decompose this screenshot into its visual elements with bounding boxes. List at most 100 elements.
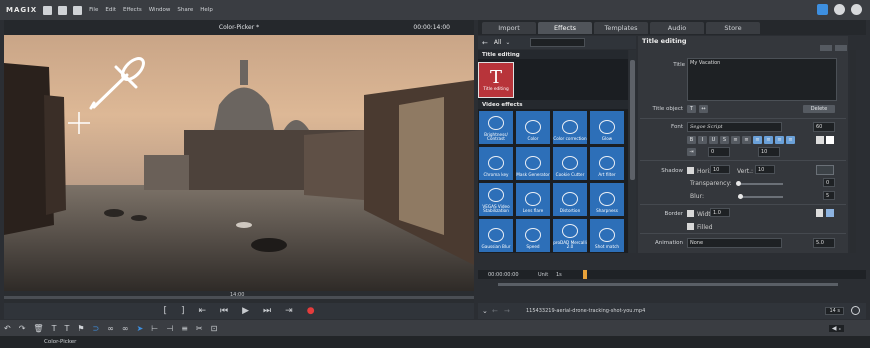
color-picker-icon[interactable] [816,136,824,144]
font-style-button[interactable]: I [698,136,707,144]
transparency-field[interactable]: 0 [823,178,835,187]
menu-window[interactable]: Window [149,7,171,13]
library-scroll-thumb[interactable] [630,60,635,180]
cut-icon[interactable]: ✂ [196,324,203,333]
font-dropdown[interactable]: Segoe Script [687,122,782,132]
menu-help[interactable]: Help [200,7,213,13]
object-prev-button[interactable]: T [687,105,696,113]
menu-file[interactable]: File [89,7,98,13]
blur-slider[interactable] [738,196,783,198]
tile-vegas-video-stabilization[interactable]: VEGAS Video Stabilization [478,182,514,217]
horiz-field[interactable]: 10 [710,165,730,174]
collapse-icon[interactable] [820,45,832,51]
title-text-field[interactable]: My Vacation [687,58,837,101]
title-icon[interactable]: T [64,324,69,333]
pointer-icon[interactable]: ➤ [137,324,144,333]
chevron-down-icon[interactable]: ⌄ [505,39,510,46]
align-button[interactable]: ⇥ [687,148,696,156]
snap-icon[interactable]: ⊡ [211,324,218,333]
tile-shot-match[interactable]: Shot match [589,218,625,253]
menu-edit[interactable]: Edit [105,7,116,13]
font-style-button[interactable]: U [709,136,718,144]
back-icon[interactable]: ← [492,307,498,315]
jump-end-icon[interactable]: ⇥ [285,306,293,316]
font-style-button[interactable]: ≡ [742,136,751,144]
volume-indicator[interactable]: ◀ ₓ [828,324,844,332]
search-input[interactable] [530,38,586,47]
blur-knob[interactable] [738,194,743,199]
shadow-checkbox[interactable] [687,167,694,174]
close-panel-icon[interactable] [835,45,847,51]
font-style-button[interactable]: ≡ [786,136,795,144]
next-frame-icon[interactable]: ⏭ [263,306,271,316]
transparency-knob[interactable] [736,181,741,186]
mark-out-icon[interactable]: ] [181,306,185,316]
tile-chroma-key[interactable]: Chroma key [478,146,514,181]
text-icon[interactable]: T [52,324,57,333]
tile-art-filter[interactable]: Art filter [589,146,625,181]
tab-import[interactable]: Import [482,21,536,34]
tile-glow[interactable]: Glow [589,110,625,145]
delete-icon[interactable]: 🗑 [33,324,43,333]
playhead-marker[interactable] [583,270,587,279]
tile-speed[interactable]: Speed [515,218,551,253]
preview-monitor[interactable] [4,35,474,292]
tile-distortion[interactable]: Distortion [552,182,588,217]
tile-mask-generator[interactable]: Mask Generator [515,146,551,181]
unlink-icon[interactable]: ∞ [122,324,129,333]
tile-gaussian-blur[interactable]: Gaussian Blur [478,218,514,253]
chain-icon[interactable]: ∞ [107,324,114,333]
delete-button[interactable]: Delete [803,105,835,113]
font-style-button[interactable]: ≡ [775,136,784,144]
menu-effects[interactable]: Effects [123,7,142,13]
ripple-icon[interactable]: ≡ [181,324,188,333]
marker-icon[interactable]: ⚑ [77,324,84,333]
tile-color[interactable]: Color [515,110,551,145]
font-size-field[interactable]: 60 [813,122,835,132]
font-style-button[interactable]: ≡ [731,136,740,144]
zoom-icon[interactable] [851,306,860,315]
timeline-scrollbar[interactable] [498,283,838,286]
record-icon[interactable]: ● [307,306,315,316]
menu-share[interactable]: Share [177,7,193,13]
unit-value[interactable]: 1s [556,272,562,278]
expand-icon[interactable]: ⌄ [482,307,488,315]
shadow-color-picker-icon[interactable] [816,165,834,175]
font-style-button[interactable]: ≡ [753,136,762,144]
spacing-field[interactable]: 10 [758,147,780,157]
zoom-field[interactable]: 14 s [825,307,844,315]
forward-icon[interactable]: → [504,307,510,315]
font-style-button[interactable]: S [720,136,729,144]
prev-frame-icon[interactable]: ⏮ [220,306,228,316]
tile-sharpness[interactable]: Sharpness [589,182,625,217]
tile-prodad-mercalli-2-0[interactable]: proDAD Mercalli 2.0 [552,218,588,253]
tile-title-editing[interactable]: T Title editing [478,62,514,98]
properties-scrollbar[interactable] [850,50,856,253]
open-folder-icon[interactable] [58,5,68,15]
tab-templates[interactable]: Templates [594,21,648,34]
font-style-button[interactable]: B [687,136,696,144]
border-color-swatch[interactable] [826,209,834,217]
border-checkbox[interactable] [687,210,694,217]
object-next-button[interactable]: ↔ [699,105,708,113]
tile-brightness-contrast[interactable]: Brightness/ Contrast [478,110,514,145]
font-color-swatch[interactable] [826,136,834,144]
trim-icon[interactable]: ⊣ [166,324,173,333]
globe-icon[interactable] [851,4,862,15]
mark-in-icon[interactable]: [ [163,306,167,316]
new-file-icon[interactable] [43,5,53,15]
animation-speed-field[interactable]: 5.0 [813,238,835,248]
tab-store[interactable]: Store [706,21,760,34]
help-icon[interactable] [834,4,845,15]
play-icon[interactable]: ▶ [242,306,249,316]
tile-cookie-cutter[interactable]: Cookie Cutter [552,146,588,181]
split-icon[interactable]: ⊢ [151,324,158,333]
tile-lens-flare[interactable]: Lens flare [515,182,551,217]
redo-icon[interactable]: ↷ [19,324,26,333]
save-icon[interactable] [73,5,83,15]
border-color-picker-icon[interactable] [816,209,823,217]
undo-icon[interactable]: ↶ [4,324,11,333]
width-field[interactable]: 1.0 [710,208,730,217]
animation-dropdown[interactable]: None [687,238,782,248]
font-style-button[interactable]: ≡ [764,136,773,144]
